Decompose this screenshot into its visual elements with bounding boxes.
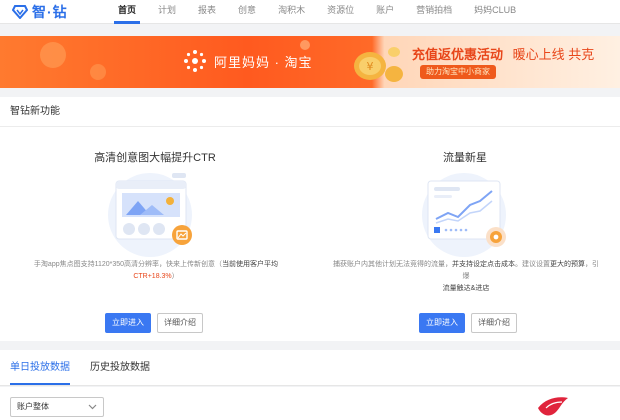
nav-item-taojimu[interactable]: 淘积木 [267,0,316,24]
nav-item-creative[interactable]: 创意 [227,0,267,24]
banner-subtitle: 暖心上线 共克 [512,47,595,62]
nav-item-account[interactable]: 账户 [365,0,405,24]
nav-item-resource[interactable]: 资源位 [316,0,365,24]
details-button[interactable]: 详细介绍 [471,313,517,333]
new-features-card: 智钻新功能 高清创意图大幅提升CTR 手淘app焦点图支持1120*350高清分… [0,97,620,341]
desc-highlight: 当前使用客户平均 [222,261,279,268]
coins-icon: ¥ [354,47,403,82]
desc-text: 捕获账户内其他计划无法竞得的流量， [333,261,452,268]
feature-actions: 立即进入 详细介绍 [105,313,203,333]
banner-brand: 阿里妈妈 · 淘宝 [214,54,313,70]
enter-now-button[interactable]: 立即进入 [419,313,465,333]
banner-title: 充值返优惠活动 暖心上线 共克 [412,44,594,63]
nav-item-plan[interactable]: 计划 [147,0,187,24]
account-select[interactable]: 账户整体 [10,397,104,417]
promo-banner[interactable]: 阿里妈妈 · 淘宝 ¥ 充值返优惠活动 暖心上线 共克 助力淘宝中小商家 [0,36,620,88]
feature-title: 流量新星 [443,152,487,164]
nav-item-report[interactable]: 报表 [187,0,227,24]
desc-text: 。建议设置 [515,261,550,268]
feature-traffic-star: 流量新星 捕获账户内其他计划无法竞得的流量，并支持设定点击成本。建议设置更大的预… [310,127,620,341]
feature-title: 高清创意图大幅提升CTR [94,152,216,164]
nav-item-home[interactable]: 首页 [107,0,147,24]
alimama-brand: 阿里妈妈 · 淘宝 [182,48,313,74]
tab-history-data[interactable]: 历史投放数据 [80,350,160,385]
banner-title-main: 充值返优惠活动 [412,47,504,62]
top-nav: 智·钻 首页 计划 报表 创意 淘积木 资源位 账户 营销拍档 妈妈CLUB [0,0,620,24]
data-body: 账户整体 [0,387,620,420]
banner-pill: 助力淘宝中小商家 [420,65,496,79]
banner-decor [90,64,106,80]
chevron-down-icon [88,404,97,410]
enter-now-button[interactable]: 立即进入 [105,313,151,333]
nav-items: 首页 计划 报表 创意 淘积木 资源位 账户 营销拍档 妈妈CLUB [107,0,527,24]
account-select-value: 账户整体 [17,402,49,411]
details-button[interactable]: 详细介绍 [157,313,203,333]
banner-decor [40,42,66,68]
diamond-logo-icon [12,4,28,19]
feature-hd-creative: 高清创意图大幅提升CTR 手淘app焦点图支持1120*350高清分辨率，快来上… [0,127,310,341]
feature-description: 手淘app焦点图支持1120*350高清分辨率，快来上传新创意（当前使用客户平均… [20,259,292,283]
logo-text: 智·钻 [32,3,68,20]
desc-end: ） [171,273,179,280]
nav-item-mama-club[interactable]: 妈妈CLUB [463,0,527,24]
alimama-logo-icon [184,50,206,72]
data-tabs: 单日投放数据 历史投放数据 [0,350,620,386]
traffic-star-illustration [422,173,506,257]
svg-text:¥: ¥ [367,60,374,73]
desc-ctr-value: CTR+18.3% [133,273,172,280]
desc-text: 手淘app焦点图支持1120*350高清分辨率，快来上传新创意（ [33,261,223,268]
nav-item-marketing[interactable]: 营销拍档 [405,0,463,24]
desc-highlight: 更大的预算 [550,261,585,268]
app-logo[interactable]: 智·钻 [12,2,107,22]
feature-actions: 立即进入 详细介绍 [419,313,517,333]
features-header: 智钻新功能 [0,97,620,127]
desc-highlight: 并支持设定点击成本 [452,261,515,268]
bird-mascot-icon[interactable] [536,394,570,420]
desc-highlight: 流量触达&进店 [442,285,490,292]
tab-daily-data[interactable]: 单日投放数据 [0,350,80,385]
hd-creative-illustration [108,173,192,257]
feature-description: 捕获账户内其他计划无法竞得的流量，并支持设定点击成本。建议设置更大的预算，引爆流… [330,259,602,295]
